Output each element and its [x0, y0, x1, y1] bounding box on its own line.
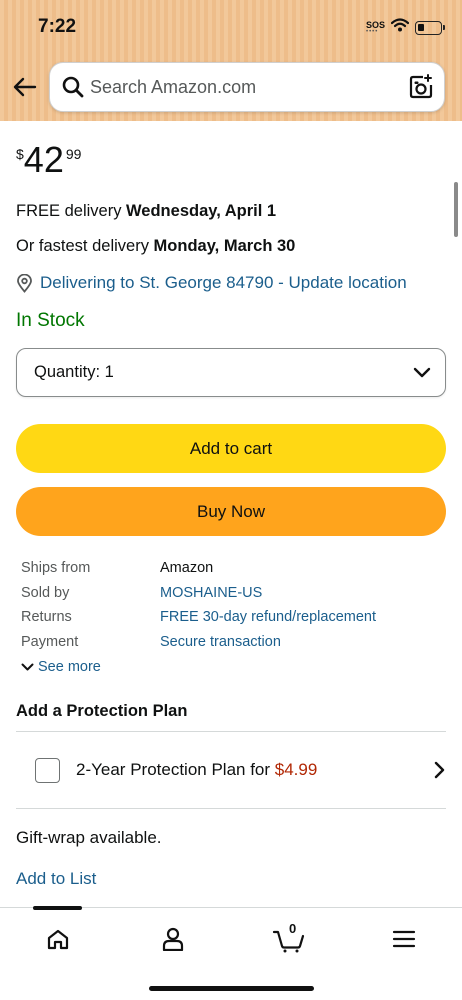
- home-icon: [47, 929, 69, 950]
- quantity-value: 1: [104, 363, 114, 381]
- home-indicator: [149, 986, 314, 991]
- price-whole: 42: [23, 139, 64, 180]
- detail-key: Payment: [21, 633, 79, 650]
- search-icon: [62, 76, 84, 103]
- back-button[interactable]: [12, 74, 38, 100]
- returns-link[interactable]: FREE 30-day refund/replacement: [160, 609, 376, 625]
- quantity-label: Quantity:: [34, 363, 105, 381]
- sos-indicator: SOS ••••: [365, 19, 385, 35]
- chevron-down-icon: [21, 663, 34, 670]
- protection-plan-checkbox[interactable]: [35, 757, 60, 783]
- divider: [16, 731, 446, 732]
- detail-row: Sold by MOSHAINE-US: [21, 581, 441, 606]
- header: 7:22 SOS ••••: [0, 0, 462, 121]
- payment-link[interactable]: Secure transaction: [160, 634, 281, 650]
- protection-plan-price: $4.99: [274, 760, 318, 779]
- detail-key: Returns: [21, 609, 72, 626]
- detail-key: Ships from: [21, 560, 91, 577]
- back-arrow-icon: [13, 77, 37, 97]
- purchase-details: Ships from Amazon Sold by MOSHAINE-US Re…: [21, 556, 441, 654]
- delivery-location-text[interactable]: Delivering to St. George 84790 - Update …: [40, 273, 407, 293]
- free-delivery-date: Wednesday, April 1: [126, 202, 277, 220]
- detail-row: Ships from Amazon: [21, 556, 441, 581]
- quantity-select[interactable]: Quantity: 1: [16, 348, 446, 397]
- tab-account[interactable]: [148, 921, 198, 957]
- product-price: $ 42 99: [16, 140, 81, 180]
- scrollbar[interactable]: [454, 182, 458, 237]
- tab-menu[interactable]: [379, 921, 429, 957]
- fastest-delivery-line: Or fastest delivery Monday, March 30: [16, 237, 296, 255]
- protection-plan-label: 2-Year Protection Plan for: [76, 760, 275, 779]
- gift-wrap-note: Gift-wrap available.: [16, 828, 162, 847]
- see-more-label[interactable]: See more: [38, 659, 101, 675]
- detail-key: Sold by: [21, 584, 70, 601]
- detail-value: Amazon: [160, 560, 214, 577]
- protection-plan-title: Add a Protection Plan: [16, 702, 188, 720]
- tab-home[interactable]: [33, 921, 83, 957]
- detail-row: Returns FREE 30-day refund/replacement: [21, 605, 441, 630]
- chevron-right-icon[interactable]: [434, 761, 446, 779]
- price-symbol: $: [16, 146, 24, 162]
- camera-icon[interactable]: [408, 74, 434, 105]
- divider: [16, 808, 446, 809]
- status-time: 7:22: [38, 16, 77, 37]
- detail-row: Payment Secure transaction: [21, 630, 441, 655]
- add-to-cart-button[interactable]: Add to cart: [16, 424, 446, 473]
- active-tab-indicator: [33, 906, 82, 910]
- bottom-tab-bar: 0: [0, 906, 462, 1000]
- account-icon: [162, 927, 184, 951]
- stock-status: In Stock: [16, 310, 85, 331]
- add-to-list-link[interactable]: Add to List: [16, 869, 96, 889]
- fastest-delivery-date: Monday, March 30: [153, 237, 296, 255]
- status-icons: SOS ••••: [365, 18, 445, 37]
- location-pin-icon: [17, 273, 32, 293]
- chevron-down-icon: [413, 367, 431, 377]
- menu-icon: [392, 930, 416, 948]
- see-more-link[interactable]: See more: [21, 659, 101, 675]
- search-bar[interactable]: [49, 62, 445, 112]
- protection-plan-option[interactable]: 2-Year Protection Plan for $4.99: [16, 742, 446, 798]
- wifi-icon: [390, 18, 410, 37]
- tab-cart[interactable]: 0: [264, 921, 314, 957]
- delivery-location-link[interactable]: Delivering to St. George 84790 - Update …: [16, 273, 407, 293]
- price-fraction: 99: [65, 146, 82, 162]
- battery-icon: [415, 20, 445, 35]
- seller-link[interactable]: MOSHAINE-US: [160, 585, 262, 601]
- buy-now-button[interactable]: Buy Now: [16, 487, 446, 536]
- cart-count-badge: 0: [289, 921, 297, 936]
- free-delivery-line: FREE delivery Wednesday, April 1: [16, 202, 277, 220]
- search-input[interactable]: [90, 63, 400, 111]
